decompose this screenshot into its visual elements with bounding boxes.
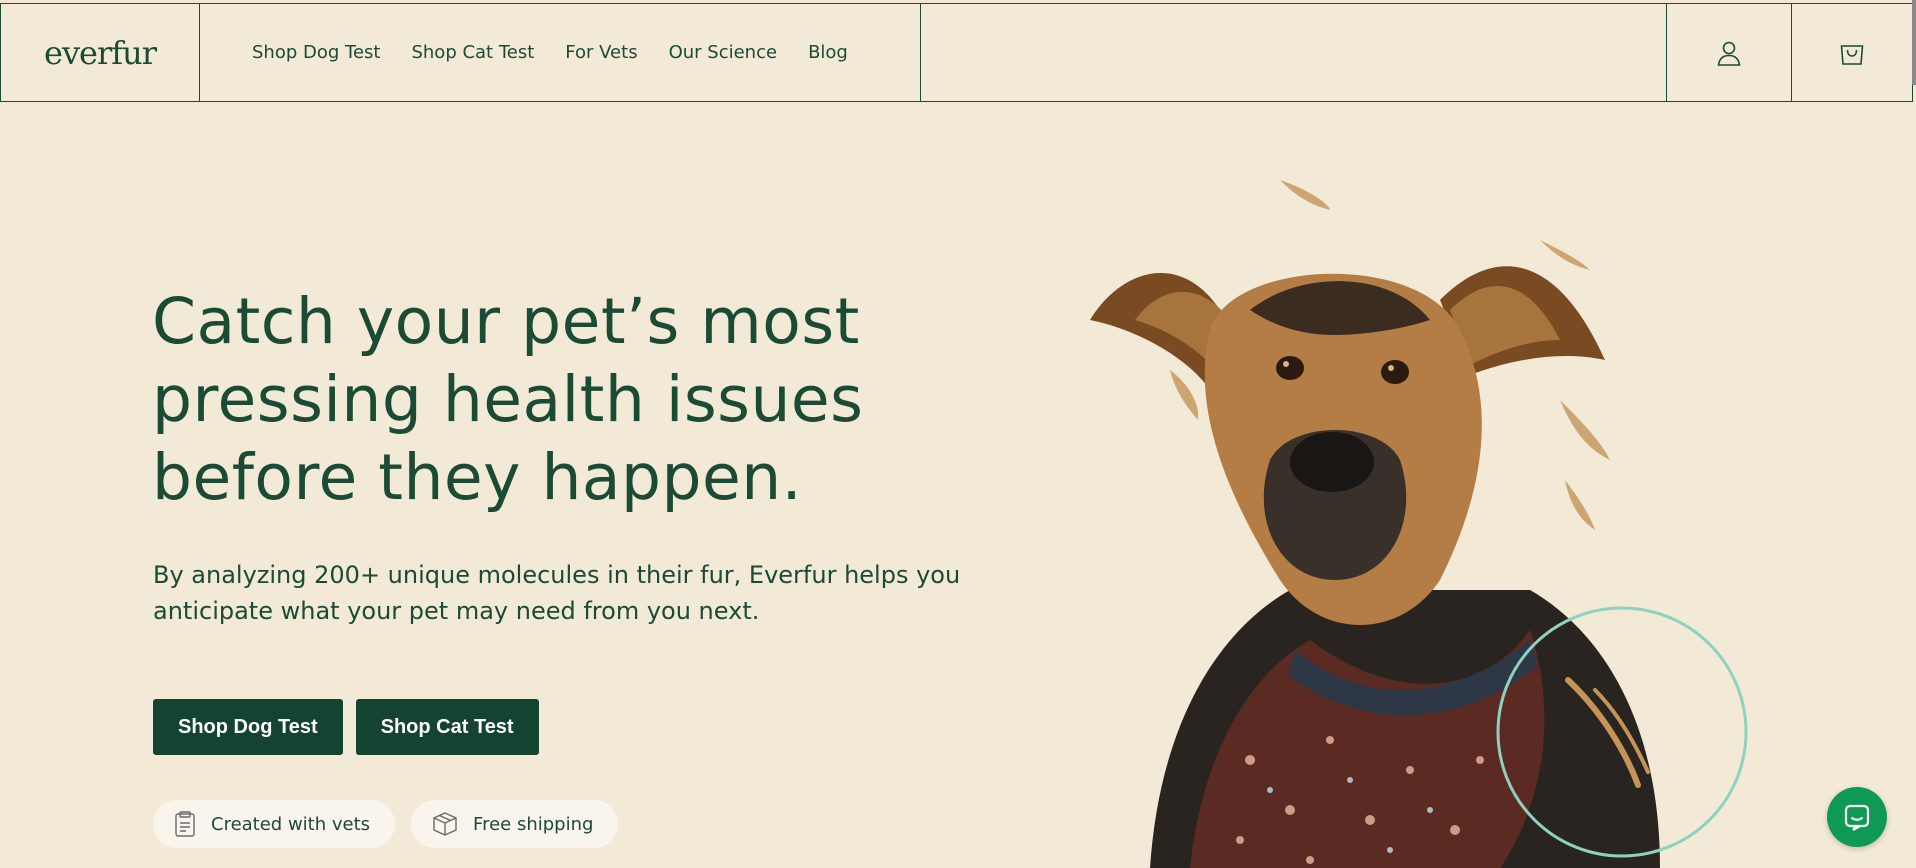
nav-shop-cat-test[interactable]: Shop Cat Test — [411, 42, 534, 63]
badge-free-shipping: Free shipping — [411, 800, 619, 848]
hero-buttons: Shop Dog Test Shop Cat Test — [153, 699, 539, 755]
nav-our-science[interactable]: Our Science — [669, 42, 777, 63]
account-icon — [1717, 41, 1741, 66]
clipboard-icon — [175, 811, 195, 837]
hero-subtitle: By analyzing 200+ unique molecules in th… — [153, 561, 961, 625]
shop-dog-test-button[interactable]: Shop Dog Test — [153, 699, 343, 755]
chat-button[interactable] — [1827, 787, 1887, 847]
dog-hero-image — [1090, 180, 1748, 868]
site-header: everfur Shop Dog Test Shop Cat Test For … — [0, 3, 1913, 102]
hero-title: Catch your pet’s most pressing health is… — [152, 285, 864, 514]
badge-label: Free shipping — [473, 813, 594, 835]
feature-badges: Created with vets Free shipping — [153, 800, 619, 848]
shop-cat-test-button[interactable]: Shop Cat Test — [355, 699, 539, 755]
box-icon — [433, 812, 457, 836]
scrollbar[interactable] — [1912, 0, 1916, 85]
header-spacer — [921, 4, 1667, 101]
cart-button[interactable] — [1792, 4, 1912, 101]
chat-icon — [1844, 804, 1870, 831]
everfur-logo[interactable]: everfur — [44, 34, 157, 72]
nav-shop-dog-test[interactable]: Shop Dog Test — [252, 42, 380, 63]
nav-blog[interactable]: Blog — [808, 42, 848, 63]
badge-created-with-vets: Created with vets — [153, 800, 396, 848]
logo-cell[interactable]: everfur — [1, 4, 200, 101]
cart-icon — [1840, 44, 1864, 65]
account-button[interactable] — [1667, 4, 1792, 101]
nav-for-vets[interactable]: For Vets — [565, 42, 637, 63]
main-nav: Shop Dog Test Shop Cat Test For Vets Our… — [200, 4, 921, 101]
badge-label: Created with vets — [211, 813, 371, 835]
